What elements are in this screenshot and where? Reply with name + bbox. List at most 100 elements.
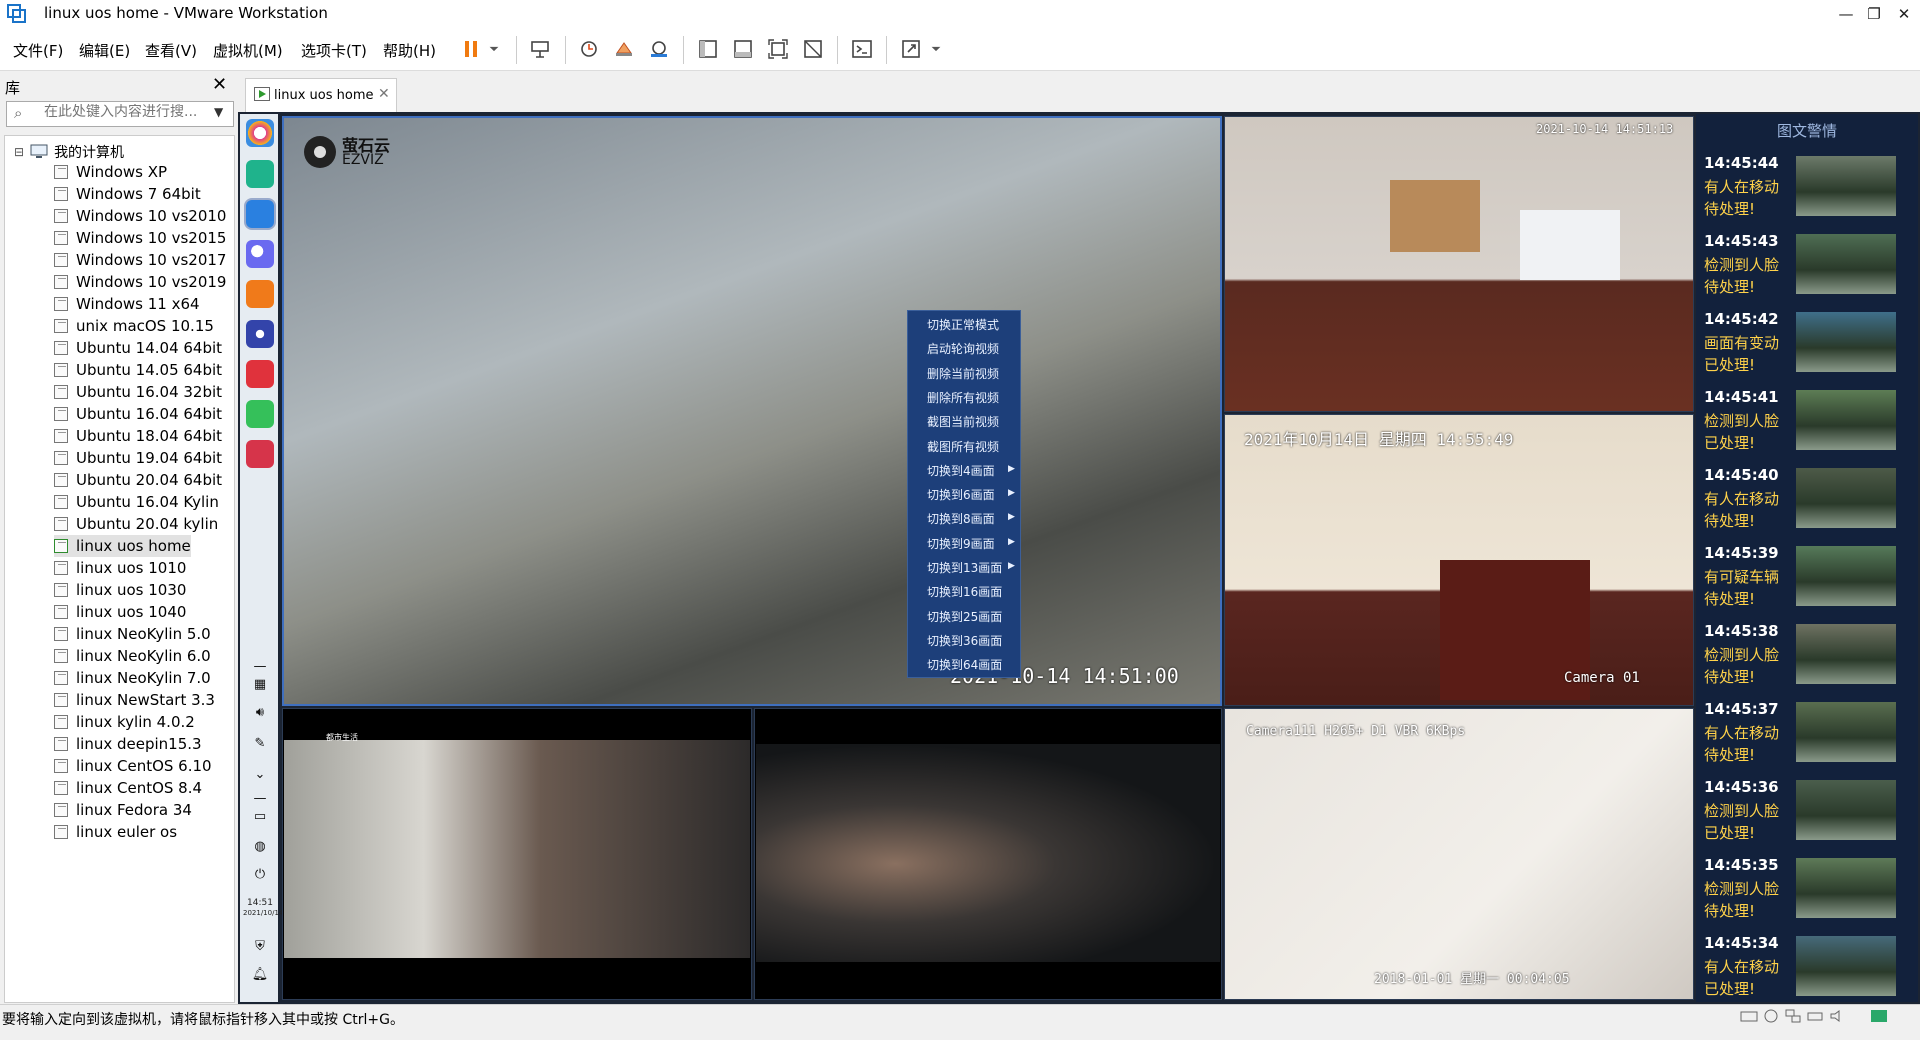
menu-tabs[interactable]: 选项卡(T)	[301, 40, 367, 61]
terminal-icon[interactable]	[246, 360, 274, 388]
alarm-thumbnail[interactable]	[1796, 780, 1896, 840]
vm-list-item[interactable]: Windows 10 vs2015	[54, 227, 226, 249]
message-log-icon[interactable]	[1870, 1008, 1888, 1024]
alarm-thumbnail[interactable]	[1796, 156, 1896, 216]
app-store-icon[interactable]	[246, 280, 274, 308]
library-search-input[interactable]	[44, 104, 208, 120]
volume-icon[interactable]: 🔊︎	[250, 704, 270, 720]
input-method-icon[interactable]: ▭	[250, 808, 270, 824]
menu-edit[interactable]: 编辑(E)	[79, 40, 130, 61]
vm-list-item[interactable]: Ubuntu 20.04 kylin	[54, 513, 218, 535]
pen-icon[interactable]: ✎	[250, 735, 270, 751]
alarm-thumbnail[interactable]	[1796, 312, 1896, 372]
settings-icon[interactable]	[246, 320, 274, 348]
hard-disk-icon[interactable]	[1740, 1008, 1758, 1024]
vm-list-item[interactable]: linux uos 1040	[54, 601, 186, 623]
menu-help[interactable]: 帮助(H)	[383, 40, 436, 61]
vm-list-item[interactable]: linux kylin 4.0.2	[54, 711, 195, 733]
music-icon[interactable]	[246, 240, 274, 268]
context-menu-item[interactable]: 删除当前视频	[927, 365, 999, 382]
vm-list-item[interactable]: unix macOS 10.15	[54, 315, 214, 337]
vm-list-item[interactable]: linux deepin15.3	[54, 733, 202, 755]
revert-snapshot-icon[interactable]	[611, 36, 637, 62]
context-menu-item[interactable]: 删除所有视频	[927, 389, 999, 406]
browser-icon[interactable]	[246, 200, 274, 228]
context-menu-item[interactable]: 切换到8画面	[927, 510, 995, 527]
chevron-down-icon[interactable]	[928, 36, 944, 62]
vm-list-item[interactable]: linux NeoKylin 5.0	[54, 623, 211, 645]
pause-icon[interactable]	[458, 36, 484, 62]
context-menu-item[interactable]: 切换正常模式	[927, 316, 999, 333]
snapshot-icon[interactable]	[576, 36, 602, 62]
vm-list-item[interactable]: Ubuntu 20.04 64bit	[54, 469, 222, 491]
vm-list-item[interactable]: Windows 11 x64	[54, 293, 200, 315]
network-adapter-icon[interactable]	[1784, 1008, 1802, 1024]
menu-view[interactable]: 查看(V)	[145, 40, 197, 61]
vm-list-item[interactable]: linux NewStart 3.3	[54, 689, 215, 711]
chevron-down-icon[interactable]	[486, 36, 502, 62]
thumbnail-bar-icon[interactable]	[730, 36, 756, 62]
vm-list-item[interactable]: Ubuntu 19.04 64bit	[54, 447, 222, 469]
context-menu-item[interactable]: 切换到25画面	[927, 608, 1002, 625]
monitor-app-icon[interactable]	[246, 440, 274, 468]
vm-list-item[interactable]: linux CentOS 6.10	[54, 755, 212, 777]
collapse-icon[interactable]: ⊟	[14, 145, 24, 159]
alarm-thumbnail[interactable]	[1796, 390, 1896, 450]
file-manager-icon[interactable]	[246, 160, 274, 188]
vm-list-item[interactable]: Ubuntu 16.04 32bit	[54, 381, 222, 403]
network-icon[interactable]: ◍	[250, 838, 270, 854]
close-button[interactable]: ✕	[1886, 0, 1920, 28]
camera-view-1[interactable]	[282, 116, 1222, 706]
vm-list-item[interactable]: Ubuntu 14.04 64bit	[54, 337, 222, 359]
cd-rom-icon[interactable]	[1762, 1008, 1780, 1024]
keyboard-icon[interactable]: ▦	[250, 676, 270, 692]
snapshot-manager-icon[interactable]	[646, 36, 672, 62]
context-menu-item[interactable]: 切换到16画面	[927, 583, 1002, 600]
send-ctrl-alt-del-icon[interactable]	[527, 36, 553, 62]
power-icon[interactable]: ⏻	[250, 866, 270, 882]
chevron-down-icon[interactable]: ⌄	[250, 766, 270, 782]
vm-list-item[interactable]: linux uos 1010	[54, 557, 186, 579]
bell-icon[interactable]: 🔔︎	[250, 966, 270, 982]
context-menu-item[interactable]: 切换到9画面	[927, 535, 995, 552]
vm-list-item[interactable]: Ubuntu 16.04 Kylin	[54, 491, 219, 513]
full-screen-icon[interactable]	[765, 36, 791, 62]
vm-list-item[interactable]: linux NeoKylin 7.0	[54, 667, 211, 689]
vm-list-item[interactable]: linux NeoKylin 6.0	[54, 645, 211, 667]
alarm-thumbnail[interactable]	[1796, 702, 1896, 762]
unity-mode-icon[interactable]	[800, 36, 826, 62]
context-menu-item[interactable]: 截图所有视频	[927, 438, 999, 455]
vm-list-item[interactable]: linux uos home	[54, 535, 191, 557]
context-menu-item[interactable]: 切换到64画面	[927, 656, 1002, 673]
vm-list-item[interactable]: Windows 10 vs2019	[54, 271, 226, 293]
show-library-icon[interactable]	[695, 36, 721, 62]
vm-list-item[interactable]: Windows XP	[54, 161, 167, 183]
menu-vm[interactable]: 虚拟机(M)	[213, 40, 283, 61]
console-view-icon[interactable]	[849, 36, 875, 62]
vm-list-item[interactable]: Ubuntu 18.04 64bit	[54, 425, 222, 447]
context-menu-item[interactable]: 切换到36画面	[927, 632, 1002, 649]
context-menu-item[interactable]: 启动轮询视频	[927, 340, 999, 357]
library-close-icon[interactable]: ✕	[212, 74, 227, 95]
menu-file[interactable]: 文件(F)	[13, 40, 63, 61]
camera-view-6[interactable]	[1224, 708, 1694, 1000]
vm-list-item[interactable]: linux uos 1030	[54, 579, 186, 601]
sound-card-icon[interactable]	[1828, 1008, 1846, 1024]
context-menu-item[interactable]: 切换到4画面	[927, 462, 995, 479]
context-menu-item[interactable]: 切换到13画面	[927, 559, 1002, 576]
alarm-thumbnail[interactable]	[1796, 468, 1896, 528]
alarm-thumbnail[interactable]	[1796, 624, 1896, 684]
alarm-thumbnail[interactable]	[1796, 858, 1896, 918]
tab-close-icon[interactable]: ✕	[378, 86, 390, 102]
launcher-icon[interactable]	[246, 119, 274, 147]
alarm-thumbnail[interactable]	[1796, 936, 1896, 996]
vm-list-item[interactable]: linux CentOS 8.4	[54, 777, 202, 799]
camera-view-2[interactable]	[1224, 116, 1694, 412]
vm-list-item[interactable]: Ubuntu 16.04 64bit	[54, 403, 222, 425]
shield-icon[interactable]: ⛨	[250, 938, 270, 954]
search-dropdown-icon[interactable]: ▼	[214, 105, 223, 119]
vm-list-item[interactable]: Ubuntu 14.05 64bit	[54, 359, 222, 381]
context-menu-item[interactable]: 切换到6画面	[927, 486, 995, 503]
qt-creator-icon[interactable]	[246, 400, 274, 428]
context-menu-item[interactable]: 截图当前视频	[927, 413, 999, 430]
